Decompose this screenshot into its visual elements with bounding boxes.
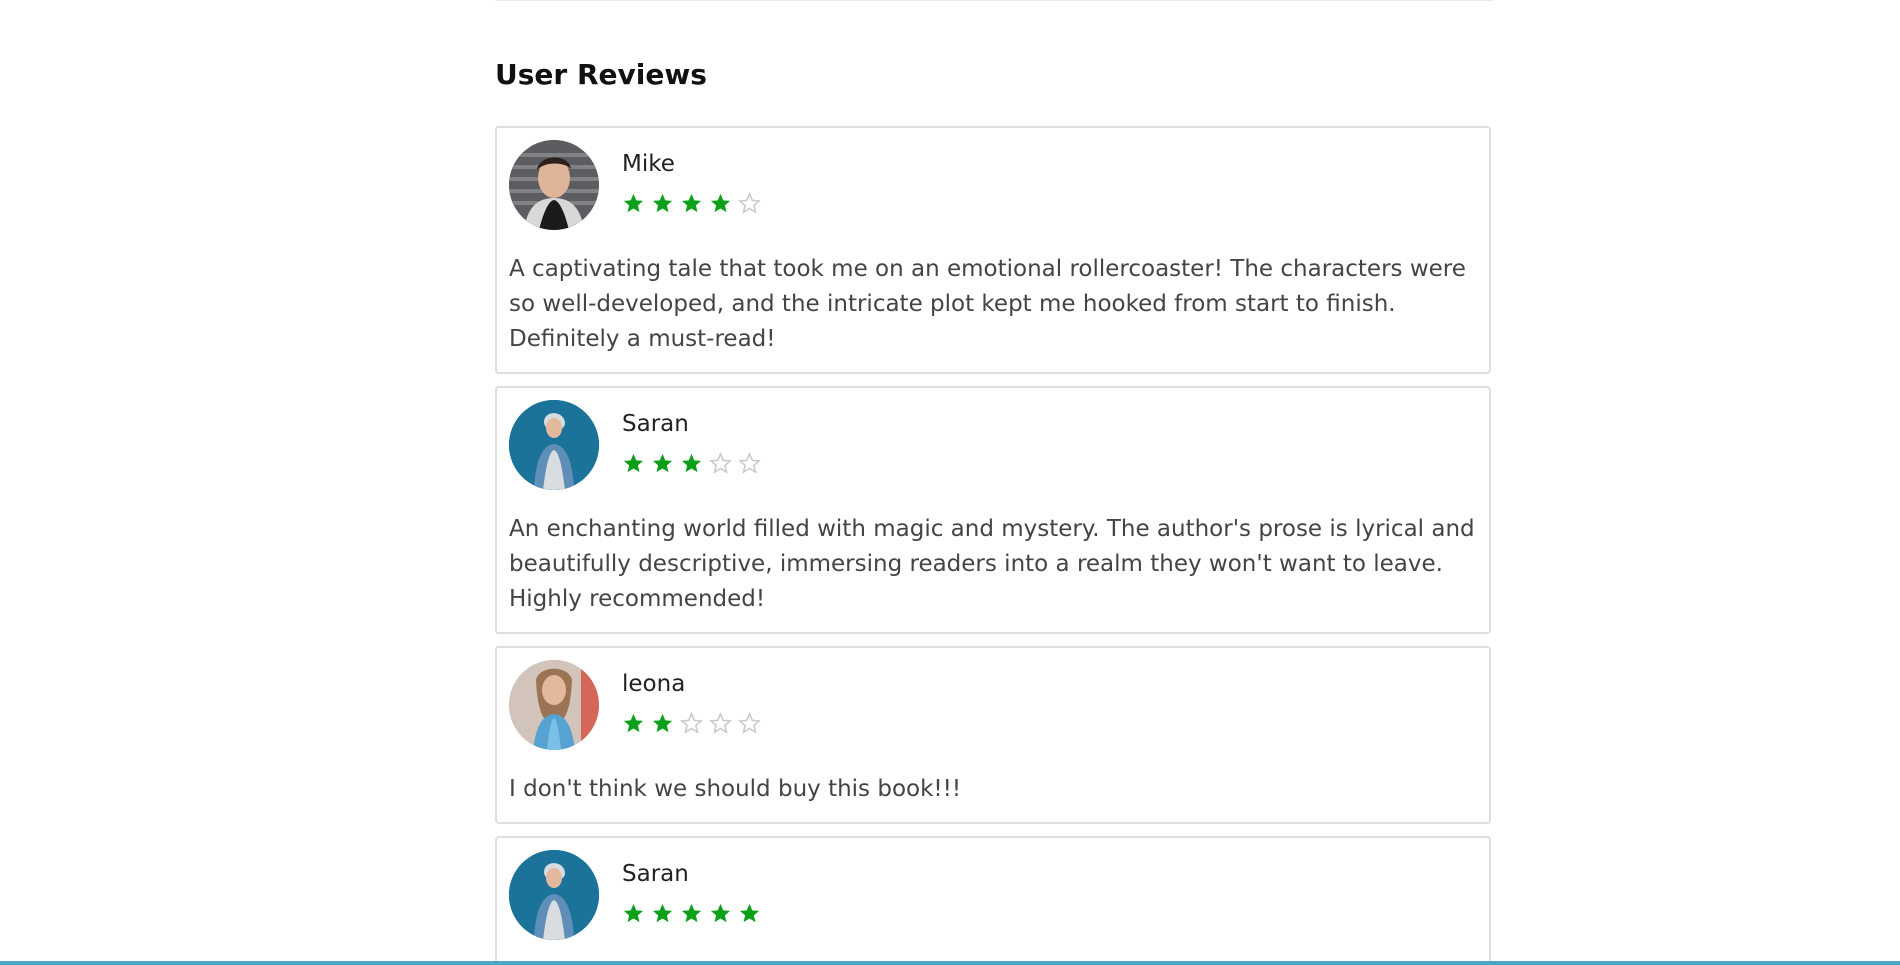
rating-stars [622,712,761,735]
star-filled-icon [710,193,731,213]
star-filled-icon [652,713,673,733]
star-filled-icon [652,453,673,473]
review-text: I don't think we should buy this book!!! [509,776,962,802]
review-text: An enchanting world filled with magic an… [509,516,1475,612]
star-empty-icon [709,452,732,474]
reviewer-name: Saran [622,411,689,437]
review-text: A captivating tale that took me on an em… [509,256,1466,352]
star-filled-icon [623,713,644,733]
rating-stars [622,902,761,925]
review-card: Saran [495,836,1491,965]
reviewer-name: leona [622,671,686,697]
page: User Reviews Mike A captivating tale tha… [0,0,1900,965]
star-empty-icon [738,192,761,214]
reviewer-name: Saran [622,861,689,887]
user-avatar [509,140,599,230]
star-filled-icon [652,193,673,213]
user-avatar [509,660,599,750]
rating-stars [622,192,761,215]
star-filled-icon [681,903,702,923]
star-filled-icon [652,903,673,923]
user-avatar [509,850,599,940]
star-filled-icon [623,193,644,213]
review-card: Mike A captivating tale that took me on … [495,126,1491,374]
star-empty-icon [680,712,703,734]
star-filled-icon [681,193,702,213]
star-filled-icon [623,903,644,923]
top-divider [495,0,1493,1]
review-card: leona I don't think we should buy this b… [495,646,1491,824]
reviewer-name: Mike [622,151,675,177]
bottom-bar [0,961,1900,965]
star-empty-icon [738,452,761,474]
star-filled-icon [681,453,702,473]
review-card: Saran An enchanting world filled with ma… [495,386,1491,634]
rating-stars [622,452,761,475]
section-title: User Reviews [495,58,707,91]
user-avatar [509,400,599,490]
star-filled-icon [623,453,644,473]
star-empty-icon [709,712,732,734]
star-empty-icon [738,712,761,734]
star-filled-icon [710,903,731,923]
star-filled-icon [739,903,760,923]
